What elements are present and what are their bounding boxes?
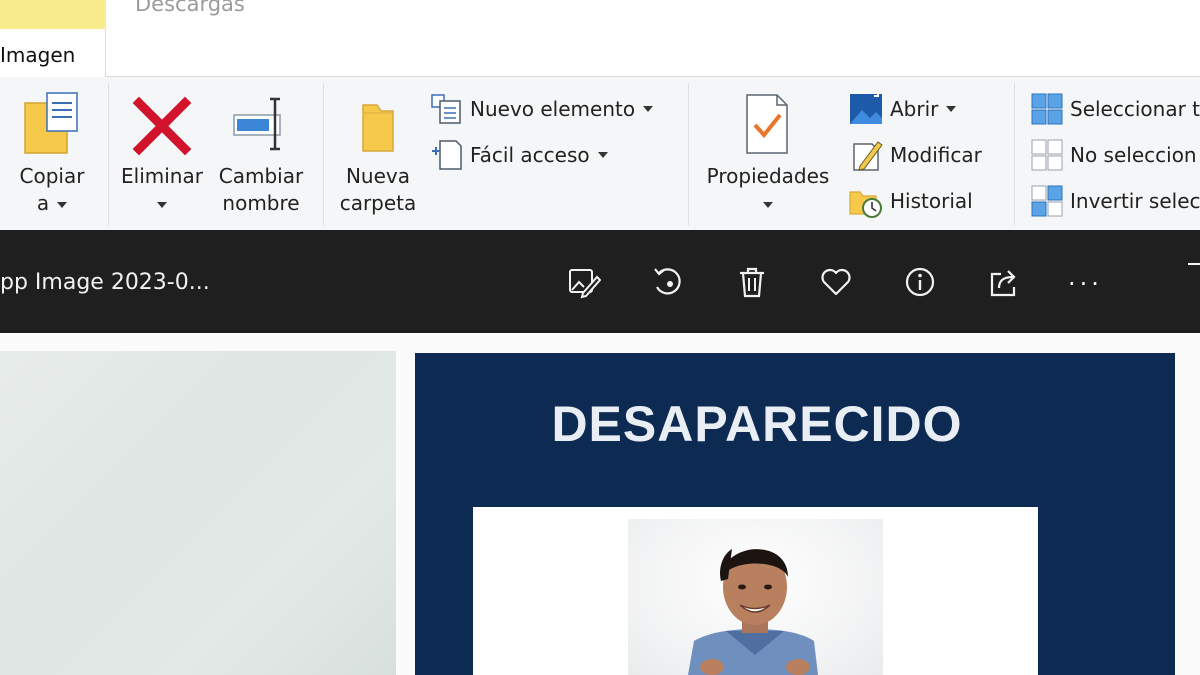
open-image-icon bbox=[850, 92, 882, 124]
select-all-label: Seleccionar t bbox=[1070, 97, 1200, 121]
chevron-down-icon bbox=[643, 106, 654, 112]
share-icon bbox=[990, 270, 1016, 297]
edit-button[interactable]: Modificar bbox=[848, 135, 982, 175]
invert-selection-label: Invertir selec bbox=[1070, 189, 1200, 213]
manage-tab-highlight[interactable] bbox=[0, 0, 106, 29]
tab-descargas[interactable]: Descargas bbox=[135, 0, 245, 16]
new-folder-button[interactable]: Nueva carpeta bbox=[334, 91, 422, 217]
photos-toolbar: pp Image 2023-0... ··· bbox=[0, 230, 1200, 333]
window-control-edge[interactable] bbox=[1188, 263, 1200, 265]
chevron-down-icon bbox=[157, 201, 167, 208]
new-folder-label-2: carpeta bbox=[339, 191, 417, 215]
chevron-down-icon bbox=[57, 201, 68, 208]
poster-title: DESAPARECIDO bbox=[551, 396, 963, 452]
chevron-down-icon bbox=[763, 201, 773, 208]
ribbon: Copiar a Eliminar Cambiar nombre Nueva c… bbox=[0, 77, 1200, 230]
new-item-button[interactable]: Nuevo elemento bbox=[430, 89, 654, 129]
select-all-icon bbox=[1031, 93, 1063, 125]
easy-access-icon bbox=[432, 140, 462, 170]
rename-icon bbox=[233, 97, 281, 151]
photo-wall-background bbox=[0, 351, 396, 675]
edit-icon bbox=[853, 141, 883, 171]
select-none-label: No seleccion bbox=[1070, 143, 1197, 167]
easy-access-label: Fácil acceso bbox=[470, 143, 590, 167]
invert-selection-icon bbox=[1031, 185, 1063, 217]
delete-x-icon bbox=[132, 96, 192, 156]
copy-to-icon bbox=[24, 92, 78, 154]
history-button[interactable]: Historial bbox=[848, 181, 973, 221]
ribbon-separator bbox=[1014, 83, 1015, 225]
trash-icon bbox=[740, 267, 764, 298]
select-none-button[interactable]: No seleccion bbox=[1030, 135, 1197, 175]
rotate-button[interactable] bbox=[648, 262, 688, 302]
history-icon bbox=[849, 191, 882, 218]
info-button[interactable] bbox=[900, 262, 940, 302]
favorite-button[interactable] bbox=[816, 262, 856, 302]
rename-button[interactable]: Cambiar nombre bbox=[212, 91, 310, 217]
open-label: Abrir bbox=[890, 97, 939, 121]
heart-icon bbox=[821, 268, 851, 296]
tab-imagen[interactable]: Imagen bbox=[0, 29, 106, 77]
chevron-down-icon bbox=[597, 152, 608, 158]
properties-label: Propiedades bbox=[706, 164, 830, 188]
edit-image-icon bbox=[569, 269, 601, 299]
more-options-button[interactable]: ··· bbox=[1068, 270, 1103, 298]
invert-selection-button[interactable]: Invertir selec bbox=[1030, 181, 1200, 221]
copy-to-label-2: a bbox=[4, 190, 100, 217]
child-photo bbox=[628, 519, 883, 675]
explorer-tab-strip: Imagen Descargas bbox=[0, 0, 1200, 77]
new-folder-label-1: Nueva bbox=[345, 164, 411, 188]
open-button[interactable]: Abrir bbox=[848, 89, 957, 129]
edit-image-button[interactable] bbox=[564, 262, 604, 302]
copy-to-label-1: Copiar bbox=[19, 164, 85, 188]
child-portrait-image bbox=[688, 549, 818, 675]
ribbon-separator bbox=[108, 83, 109, 225]
tab-imagen-label: Imagen bbox=[0, 43, 76, 67]
ribbon-separator bbox=[323, 83, 324, 225]
photo-file-title: pp Image 2023-0... bbox=[0, 270, 210, 295]
folder-icon bbox=[362, 104, 394, 152]
properties-icon bbox=[746, 94, 788, 154]
share-button[interactable] bbox=[984, 262, 1024, 302]
info-icon bbox=[905, 267, 935, 297]
photo-viewer: DESAPARECIDO bbox=[0, 333, 1200, 675]
delete-photo-button[interactable] bbox=[732, 262, 772, 302]
select-all-button[interactable]: Seleccionar t bbox=[1030, 89, 1200, 129]
rename-label-2: nombre bbox=[222, 191, 300, 215]
new-item-icon bbox=[431, 94, 461, 124]
rename-label-1: Cambiar bbox=[218, 164, 304, 188]
new-item-label: Nuevo elemento bbox=[470, 97, 636, 121]
edit-label: Modificar bbox=[890, 143, 982, 167]
history-label: Historial bbox=[890, 189, 973, 213]
rotate-icon bbox=[654, 268, 681, 295]
ribbon-separator bbox=[688, 83, 689, 225]
missing-person-poster: DESAPARECIDO bbox=[415, 353, 1175, 675]
poster-photo-frame bbox=[473, 507, 1038, 675]
delete-label: Eliminar bbox=[121, 164, 203, 188]
delete-button[interactable]: Eliminar bbox=[116, 91, 208, 217]
copy-to-button[interactable]: Copiar a bbox=[4, 91, 100, 217]
chevron-down-icon bbox=[946, 106, 957, 112]
properties-button[interactable]: Propiedades bbox=[698, 91, 838, 217]
select-none-icon bbox=[1031, 139, 1063, 171]
easy-access-button[interactable]: Fácil acceso bbox=[430, 135, 608, 175]
